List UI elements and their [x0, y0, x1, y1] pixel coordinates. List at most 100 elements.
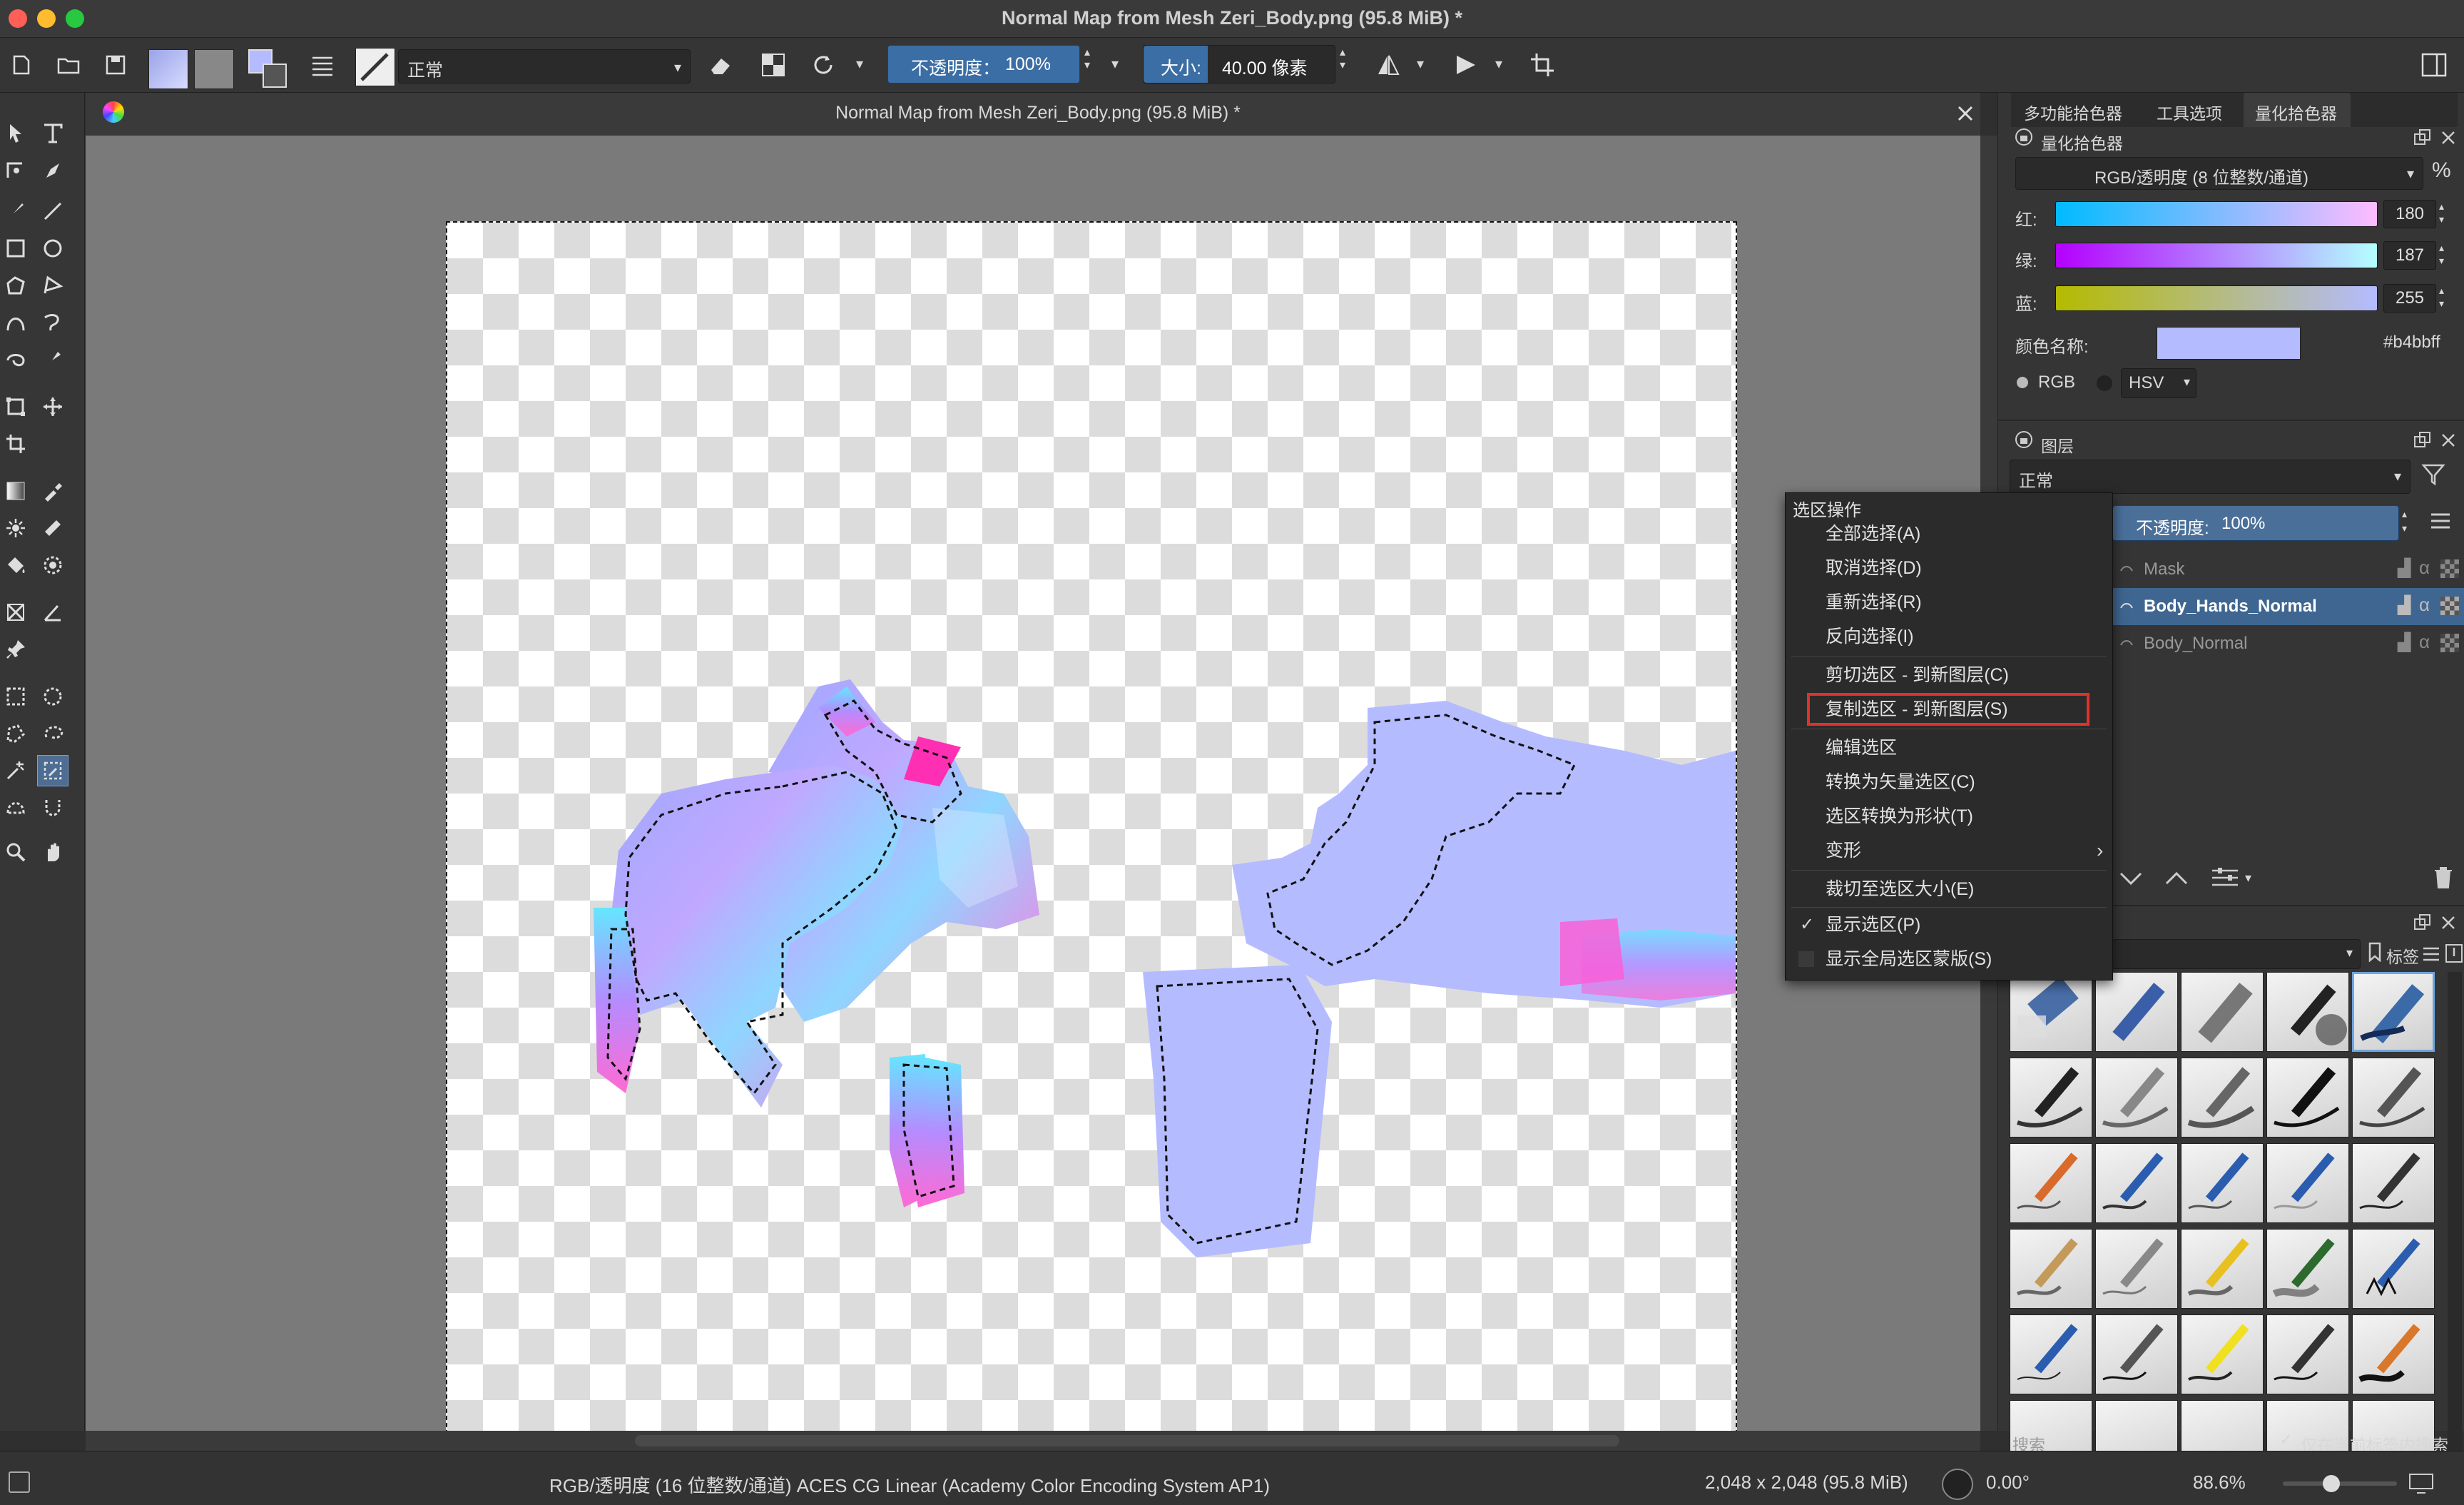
brush-preset[interactable] [2352, 1143, 2435, 1223]
brush-preset[interactable] [2352, 1229, 2435, 1309]
magnetic-select-icon[interactable] [37, 792, 68, 824]
hsv-select[interactable]: HSV ▾ [2121, 368, 2196, 398]
blend-mode-select[interactable]: 正常 ▾ [398, 49, 691, 83]
zoom-value[interactable]: 88.6% [2193, 1471, 2246, 1494]
mirror-horizontal-icon[interactable] [1373, 49, 1404, 81]
only-current-tag-checkbox[interactable]: ✓ [2279, 1430, 2293, 1449]
bookmark-icon[interactable] [2368, 942, 2382, 966]
chevron-down-icon[interactable]: ▾ [2245, 871, 2251, 886]
lock-icon[interactable] [2014, 127, 2034, 147]
freehand-brush-icon[interactable] [0, 196, 31, 227]
select-shapes-icon[interactable] [0, 117, 31, 148]
reference-images-icon[interactable] [0, 634, 31, 665]
brush-preset-icon[interactable] [355, 48, 395, 86]
chevron-down-icon[interactable]: ▾ [1111, 55, 1119, 73]
close-panel-icon[interactable] [2439, 128, 2458, 151]
percent-toggle[interactable]: % [2432, 158, 2451, 183]
brush-preset[interactable] [2010, 1314, 2092, 1394]
horizontal-scrollbar[interactable] [86, 1431, 1980, 1451]
similar-color-select-icon[interactable] [37, 755, 68, 786]
dynamic-brush-icon[interactable] [0, 344, 31, 375]
brush-preset[interactable] [2266, 1143, 2349, 1223]
brush-preset[interactable] [2266, 1314, 2349, 1394]
color-model-select[interactable]: RGB/透明度 (8 位整数/通道) ▾ [2015, 157, 2423, 190]
delete-layer-icon[interactable] [2432, 865, 2455, 893]
chevron-down-icon[interactable]: ▾ [1495, 55, 1502, 73]
workspace-layout-icon[interactable] [2418, 49, 2450, 81]
brush-preset[interactable] [2095, 1143, 2178, 1223]
new-document-icon[interactable] [6, 49, 37, 81]
line-tool-icon[interactable] [37, 196, 68, 227]
multibrush-icon[interactable] [37, 344, 68, 375]
rectangle-tool-icon[interactable] [0, 233, 31, 264]
menu-convert-selection-to-shape[interactable]: 选区转换为形状(T) [1786, 800, 2112, 833]
lock-icon[interactable] [2014, 430, 2034, 450]
reload-preset-icon[interactable] [808, 49, 839, 81]
menu-convert-to-vector-selection[interactable]: 转换为矢量选区(C) [1786, 766, 2112, 799]
brush-preset[interactable] [2352, 972, 2435, 1052]
brush-preset[interactable] [2266, 1229, 2349, 1309]
menu-invert-selection[interactable]: 反向选择(I) [1786, 620, 2112, 653]
layer-visibility-icon[interactable] [2118, 597, 2135, 614]
layer-row[interactable]: Body_Normal ▟ α [2112, 625, 2464, 662]
pan-tool-icon[interactable] [37, 836, 68, 868]
freehand-path-icon[interactable] [37, 307, 68, 338]
horizontal-scroll-thumb[interactable] [635, 1435, 1619, 1446]
green-slider[interactable] [2055, 243, 2378, 268]
close-panel-icon[interactable] [2439, 431, 2458, 453]
brush-tag-select[interactable]: ▾ [2112, 939, 2361, 969]
text-tool-icon[interactable] [37, 117, 68, 148]
menu-select-all[interactable]: 全部选择(A) [1786, 517, 2112, 550]
polygon-tool-icon[interactable] [0, 270, 31, 301]
bezier-select-icon[interactable] [0, 792, 31, 824]
gradient-preset-button[interactable] [148, 49, 188, 89]
contiguous-select-icon[interactable] [0, 755, 31, 786]
float-panel-icon[interactable] [2413, 431, 2432, 453]
menu-show-selection[interactable]: 显示选区(P) [1786, 908, 2112, 941]
brush-preset[interactable] [2266, 972, 2349, 1052]
filter-icon[interactable] [2420, 461, 2446, 490]
blue-slider[interactable] [2055, 285, 2378, 311]
brush-preset[interactable] [2095, 1229, 2178, 1309]
hex-value[interactable]: #b4bbff [2383, 333, 2440, 353]
layer-lock-icon[interactable]: ▟ [2398, 558, 2410, 579]
alpha-lock-icon[interactable]: α [2419, 631, 2430, 653]
calligraphy-icon[interactable] [37, 154, 68, 186]
hsv-radio[interactable] [2097, 375, 2112, 391]
rect-select-icon[interactable] [0, 681, 31, 712]
chevron-down-icon[interactable]: ▾ [856, 55, 863, 73]
image-canvas[interactable] [446, 221, 1737, 1441]
layer-properties-icon[interactable] [2211, 866, 2239, 893]
rotation-dial-icon[interactable] [1942, 1469, 1973, 1500]
spin-arrows-icon[interactable]: ▴ ▾ [2439, 284, 2444, 310]
layer-lock-icon[interactable]: ▟ [2398, 632, 2410, 653]
tab-specific-color-selector[interactable]: 量化拾色器 [2255, 100, 2337, 124]
bezier-curve-icon[interactable] [0, 307, 31, 338]
crop-tool-icon[interactable] [0, 428, 31, 460]
fit-view-icon[interactable] [2408, 1473, 2434, 1499]
selection-display-icon[interactable] [9, 1471, 30, 1493]
layer-row[interactable]: Mask ▟ α [2112, 551, 2464, 588]
red-slider[interactable] [2055, 201, 2378, 227]
layer-visibility-icon[interactable] [2118, 559, 2135, 577]
layer-row[interactable]: Body_Hands_Normal ▟ α [2112, 588, 2464, 625]
fg-bg-color-icon[interactable] [248, 49, 287, 88]
menu-copy-to-new-layer[interactable]: 复制选区 - 到新图层(S) [1786, 693, 2112, 726]
layer-lock-icon[interactable]: ▟ [2398, 595, 2410, 616]
enclose-fill-icon[interactable] [37, 549, 68, 581]
open-folder-icon[interactable] [53, 49, 84, 81]
crop-wrap-icon[interactable] [1527, 49, 1558, 81]
brush-grid-scrollbar[interactable] [2448, 972, 2462, 1500]
spin-arrows-icon[interactable]: ▴ ▾ [2439, 200, 2444, 226]
brush-preset[interactable] [2181, 1229, 2264, 1309]
blue-value-field[interactable]: 255 [2383, 284, 2436, 313]
chevron-down-icon[interactable]: ▾ [1417, 55, 1424, 73]
size-field[interactable]: 大小: 40.00 像素 [1143, 45, 1335, 83]
float-panel-icon[interactable] [2413, 128, 2432, 151]
move-layer-down-icon[interactable] [2118, 868, 2144, 891]
opacity-field[interactable]: 不透明度： 100% [887, 45, 1080, 83]
menu-cut-to-new-layer[interactable]: 剪切选区 - 到新图层(C) [1786, 659, 2112, 691]
document-tab-title[interactable]: Normal Map from Mesh Zeri_Body.png (95.8… [86, 103, 1990, 123]
zoom-tool-icon[interactable] [0, 836, 31, 868]
colorize-mask-icon[interactable] [0, 512, 31, 544]
